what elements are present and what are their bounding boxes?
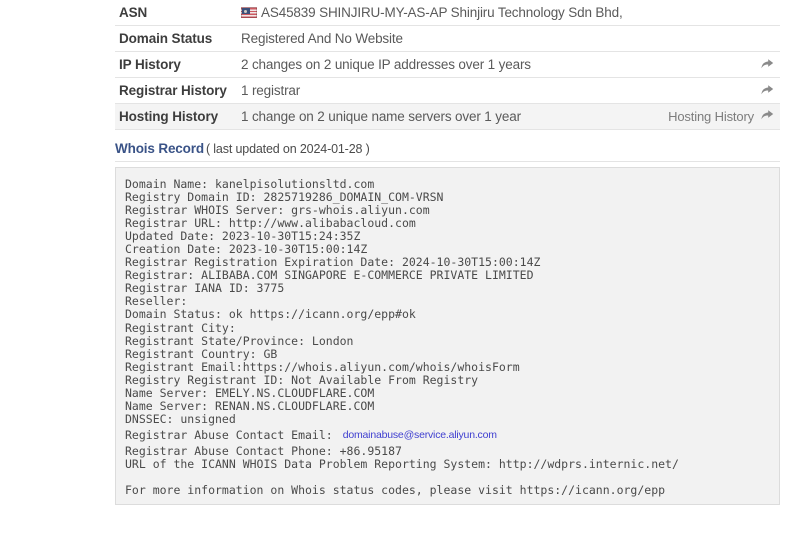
row-label: IP History bbox=[119, 57, 181, 72]
whois-record-header: Whois Record( last updated on 2024-01-28… bbox=[115, 141, 780, 156]
row-value: AS45839 SHINJIRU-MY-AS-AP Shinjiru Techn… bbox=[241, 0, 624, 26]
share-arrow-icon[interactable] bbox=[760, 109, 774, 122]
whois-line: For more information on Whois status cod… bbox=[125, 483, 666, 498]
abuse-email-link[interactable]: domainabuse@service.aliyun.com bbox=[343, 429, 497, 441]
table-row: IP History 2 changes on 2 unique IP addre… bbox=[115, 52, 780, 78]
row-label: Domain Status bbox=[119, 31, 213, 46]
row-value: 1 change on 2 unique name servers over 1… bbox=[241, 104, 624, 130]
whois-line: Registrar Abuse Contact Phone: +86.95187 bbox=[125, 443, 402, 458]
whois-line: DNSSEC: unsigned bbox=[125, 411, 236, 426]
whois-line: Registrant State/Province: London bbox=[125, 333, 354, 348]
row-action bbox=[624, 26, 780, 52]
row-action bbox=[624, 78, 780, 104]
row-action bbox=[624, 0, 780, 26]
domain-info-table: ASN AS45839 SHINJIRU-MY-AS-AP Shinjiru Te… bbox=[115, 0, 780, 130]
whois-line: Name Server: RENAN.NS.CLOUDFLARE.COM bbox=[125, 398, 375, 413]
whois-lookup-page: ASN AS45839 SHINJIRU-MY-AS-AP Shinjiru Te… bbox=[0, 0, 800, 536]
table-row: Hosting History 1 change on 2 unique name… bbox=[115, 103, 780, 130]
whois-line: Domain Status: ok https://icann.org/epp#… bbox=[125, 307, 416, 322]
whois-abuse-email-label: Registrar Abuse Contact Email: bbox=[125, 427, 333, 442]
domain-info-table-body: ASN AS45839 SHINJIRU-MY-AS-AP Shinjiru Te… bbox=[115, 0, 780, 130]
row-value: 2 changes on 2 unique IP addresses over … bbox=[241, 52, 624, 78]
whois-record-title[interactable]: Whois Record bbox=[115, 141, 204, 156]
row-value: 1 registrar bbox=[241, 78, 624, 104]
share-arrow-icon[interactable] bbox=[760, 58, 774, 71]
row-value: Registered And No Website bbox=[241, 26, 624, 52]
row-value-text: 1 change on 2 unique name servers over 1… bbox=[241, 109, 521, 124]
whois-header-divider bbox=[115, 161, 780, 162]
whois-abuse-email-line: Registrar Abuse Contact Email: domainabus… bbox=[125, 426, 779, 445]
row-label: Registrar History bbox=[119, 83, 227, 98]
row-value-text: 1 registrar bbox=[241, 83, 301, 98]
row-label: Hosting History bbox=[119, 109, 219, 124]
whois-line: Registrant Country: GB bbox=[125, 346, 278, 361]
whois-line: Registry Registrant ID: Not Available Fr… bbox=[125, 372, 479, 387]
whois-record-panel: Domain Name: kanelpisolutionsltd.com Regi… bbox=[115, 167, 780, 505]
row-action bbox=[624, 52, 780, 78]
row-value-text: 2 changes on 2 unique IP addresses over … bbox=[241, 57, 531, 72]
row-value-text: Registered And No Website bbox=[241, 31, 403, 46]
malaysia-flag-icon bbox=[241, 7, 257, 18]
share-arrow-icon[interactable] bbox=[760, 84, 774, 97]
row-label: ASN bbox=[119, 5, 148, 20]
whois-line: Registrant City: bbox=[125, 320, 236, 335]
whois-line: Registrar IANA ID: 3775 bbox=[125, 281, 285, 296]
whois-record-text: Domain Name: kanelpisolutionsltd.com Regi… bbox=[116, 168, 779, 497]
whois-line: Name Server: EMELY.NS.CLOUDFLARE.COM bbox=[125, 385, 375, 400]
row-value-text: AS45839 SHINJIRU-MY-AS-AP Shinjiru Techn… bbox=[261, 5, 624, 20]
table-row: ASN AS45839 SHINJIRU-MY-AS-AP Shinjiru Te… bbox=[115, 0, 780, 26]
table-row: Domain Status Registered And No Website bbox=[115, 26, 780, 52]
hosting-history-link[interactable]: Hosting History bbox=[668, 109, 754, 124]
whois-line: URL of the ICANN WHOIS Data Problem Repo… bbox=[125, 456, 679, 471]
table-row: Registrar History 1 registrar bbox=[115, 78, 780, 104]
row-action: Hosting History bbox=[624, 104, 780, 130]
whois-line: Registrant Email:https://whois.aliyun.co… bbox=[125, 359, 520, 374]
whois-record-updated: ( last updated on 2024-01-28 ) bbox=[205, 142, 370, 156]
